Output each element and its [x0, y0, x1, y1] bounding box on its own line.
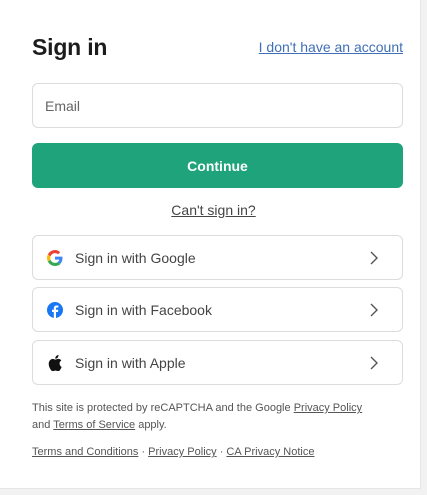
recaptcha-notice-and: and — [32, 419, 54, 431]
google-terms-of-service-link[interactable]: Terms of Service — [53, 419, 135, 431]
recaptcha-notice: This site is protected by reCAPTCHA and … — [32, 400, 412, 434]
apple-icon — [47, 354, 63, 371]
footer-separator: · — [138, 446, 149, 458]
sign-in-apple-label: Sign in with Apple — [75, 354, 186, 371]
sign-in-apple-button[interactable]: Sign in with Apple — [32, 340, 403, 385]
chevron-right-icon — [370, 251, 378, 264]
no-account-link[interactable]: I don't have an account — [259, 39, 403, 55]
sign-in-facebook-button[interactable]: Sign in with Facebook — [32, 287, 403, 332]
page-title: Sign in — [32, 33, 108, 60]
chevron-right-icon — [370, 356, 378, 369]
email-input[interactable] — [32, 83, 403, 128]
cant-sign-in-row: Can't sign in? — [0, 202, 427, 220]
google-icon — [47, 249, 63, 266]
recaptcha-notice-prefix: This site is protected by reCAPTCHA and … — [32, 402, 294, 414]
cant-sign-in-link[interactable]: Can't sign in? — [171, 202, 255, 218]
chevron-right-icon — [370, 303, 378, 316]
google-privacy-policy-link[interactable]: Privacy Policy — [294, 402, 362, 414]
footer-separator: · — [216, 446, 227, 458]
facebook-icon — [47, 301, 63, 318]
ca-privacy-notice-link[interactable]: CA Privacy Notice — [226, 446, 314, 458]
privacy-policy-link[interactable]: Privacy Policy — [148, 446, 216, 458]
sign-in-card: Sign in I don't have an account Continue… — [0, 0, 421, 489]
sign-in-google-label: Sign in with Google — [75, 249, 196, 266]
footer-links: Terms and Conditions · Privacy Policy · … — [32, 446, 412, 458]
sign-in-google-button[interactable]: Sign in with Google — [32, 235, 403, 280]
recaptcha-notice-suffix: apply. — [135, 419, 167, 431]
continue-button[interactable]: Continue — [32, 143, 403, 188]
terms-and-conditions-link[interactable]: Terms and Conditions — [32, 446, 138, 458]
sign-in-facebook-label: Sign in with Facebook — [75, 301, 212, 318]
header: Sign in I don't have an account — [32, 32, 403, 62]
